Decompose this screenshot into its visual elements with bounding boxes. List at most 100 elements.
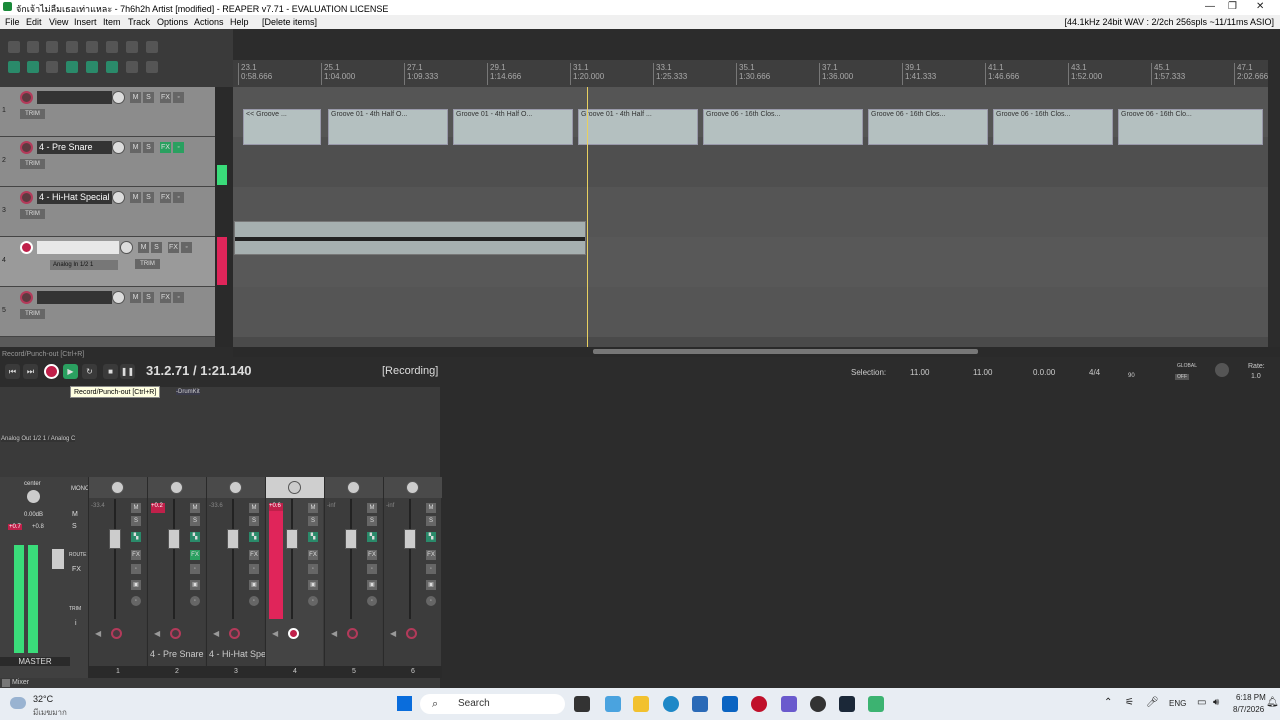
mute-button[interactable]: M (426, 503, 436, 513)
volume-fader[interactable] (227, 529, 239, 549)
menu-actions[interactable]: Actions (194, 17, 224, 27)
arrange-view[interactable]: << Groove ... Groove 01 - 4th Half O... … (233, 60, 1268, 347)
taskbar-search[interactable]: ⌕ Search (420, 694, 565, 714)
record-arm-button[interactable] (170, 628, 181, 639)
route-button[interactable]: ▚ (367, 532, 377, 542)
minimize-icon[interactable]: — (1205, 1, 1215, 12)
mixer-strip[interactable]: -inf M S ▚ FX ◦ ▣ ◦ ◀ 6 (383, 477, 442, 678)
repeat-button[interactable]: ↻ (82, 364, 97, 379)
track-name[interactable]: 4 - Pre Snare (37, 141, 112, 154)
volume-icon[interactable]: 🔊︎ (1213, 697, 1219, 708)
midi-item[interactable]: Groove 01 - 4th Half O... (453, 109, 573, 145)
selection-start[interactable]: 11.00 (910, 368, 929, 377)
phase-button[interactable]: ◦ (367, 596, 377, 606)
edge-icon[interactable] (663, 696, 679, 712)
maximize-icon[interactable]: ❐ (1228, 1, 1237, 12)
menu-help[interactable]: Help (230, 17, 249, 27)
fx-button[interactable]: FX (308, 550, 318, 560)
trim-button[interactable]: TRIM (20, 209, 45, 219)
midi-item[interactable]: Groove 01 - 4th Half O... (328, 109, 448, 145)
weather-desc[interactable]: มีเมฆมาก (33, 706, 67, 719)
rate-knob[interactable] (1215, 363, 1229, 377)
fx-bypass-button[interactable]: ◦ (173, 192, 184, 203)
menu-file[interactable]: File (5, 17, 20, 27)
display-icon[interactable]: ▭ (1197, 697, 1206, 708)
trim-button[interactable]: TRIM (20, 309, 45, 319)
fx-bypass-button[interactable]: ◦ (173, 292, 184, 303)
pan-knob[interactable] (406, 481, 419, 494)
route-button[interactable]: ▚ (190, 532, 200, 542)
menu-item[interactable]: Item (103, 17, 121, 27)
volume-knob[interactable] (112, 191, 125, 204)
fx-bypass-button[interactable]: ◦ (190, 564, 200, 574)
tool-icon[interactable] (146, 61, 158, 73)
loop-icon[interactable] (106, 61, 118, 73)
fx-button[interactable]: FX (160, 292, 171, 303)
master-info-button[interactable]: i (75, 620, 77, 627)
volume-knob[interactable] (112, 141, 125, 154)
record-arm-button[interactable] (20, 191, 33, 204)
tempo-bpm[interactable]: 90 (1128, 373, 1135, 379)
fx-button[interactable]: FX (190, 550, 200, 560)
phase-button[interactable]: ◦ (249, 596, 259, 606)
master-mono-button[interactable]: MONO (71, 486, 90, 492)
fx-bypass-button[interactable]: ◦ (131, 564, 141, 574)
lock-icon[interactable] (126, 61, 138, 73)
language-indicator[interactable]: ENG (1169, 699, 1186, 708)
mute-button[interactable]: M (130, 142, 141, 153)
ripple-edit-icon[interactable] (8, 61, 20, 73)
mixer-strip[interactable]: -inf M S ▚ FX ◦ ▣ ◦ ◀ 5 (324, 477, 383, 678)
master-fx-button[interactable]: FX (72, 566, 81, 573)
file-explorer-icon[interactable] (633, 696, 649, 712)
track-name[interactable]: 4 - Hi-Hat Special (37, 191, 112, 204)
env-button[interactable]: ▣ (190, 580, 200, 590)
fx-bypass-button[interactable]: ◦ (367, 564, 377, 574)
steam-icon[interactable] (839, 696, 855, 712)
phase-button[interactable]: ◦ (426, 596, 436, 606)
volume-fader[interactable] (109, 529, 121, 549)
mute-button[interactable]: M (131, 503, 141, 513)
phase-button[interactable]: ◦ (308, 596, 318, 606)
position-display[interactable]: 31.2.71 / 1:21.140 (146, 363, 252, 378)
track-header[interactable]: 2 4 - Pre Snare M S FX ◦ TRIM (0, 137, 215, 187)
volume-fader[interactable] (345, 529, 357, 549)
recorder-app-icon[interactable] (751, 696, 767, 712)
mute-button[interactable]: M (130, 292, 141, 303)
pause-button[interactable]: ❚❚ (120, 364, 135, 379)
record-arm-button[interactable] (288, 628, 299, 639)
reaper-taskbar-icon[interactable] (810, 696, 826, 712)
play-button[interactable]: ▶ (63, 364, 78, 379)
envelope-icon[interactable] (86, 61, 98, 73)
snap-icon[interactable] (46, 61, 58, 73)
volume-fader[interactable] (168, 529, 180, 549)
solo-button[interactable]: S (143, 192, 154, 203)
midi-item[interactable]: << Groove ... (243, 109, 321, 145)
fx-button[interactable]: FX (131, 550, 141, 560)
fx-bypass-button[interactable]: ◦ (173, 142, 184, 153)
record-arm-button[interactable] (406, 628, 417, 639)
record-input-select[interactable]: Analog In 1/2 1 (50, 260, 118, 270)
record-arm-button[interactable] (20, 91, 33, 104)
discord-icon[interactable] (781, 696, 797, 712)
menu-view[interactable]: View (49, 17, 68, 27)
mute-button[interactable]: M (367, 503, 377, 513)
new-project-icon[interactable] (8, 41, 20, 53)
project-settings-icon[interactable] (66, 41, 78, 53)
track-name[interactable] (37, 291, 112, 304)
master-volume[interactable]: 0.00dB (24, 512, 43, 518)
mute-button[interactable]: M (249, 503, 259, 513)
global-toggle[interactable]: OFF (1175, 374, 1189, 380)
mute-button[interactable]: M (130, 92, 141, 103)
outlook-icon[interactable] (722, 696, 738, 712)
pan-knob[interactable] (111, 481, 124, 494)
trim-button[interactable]: TRIM (20, 159, 45, 169)
volume-fader[interactable] (404, 529, 416, 549)
time-signature[interactable]: 4/4 (1089, 368, 1100, 377)
mixer-tab[interactable]: Mixer (12, 679, 29, 686)
tray-overflow-icon[interactable]: ⌃ (1104, 697, 1112, 708)
midi-item[interactable]: Groove 06 - 16th Clo... (1118, 109, 1263, 145)
track-header[interactable]: 1 M S FX ◦ TRIM (0, 87, 215, 137)
record-arm-button[interactable] (20, 141, 33, 154)
metronome-icon[interactable] (126, 41, 138, 53)
task-view-icon[interactable] (574, 696, 590, 712)
